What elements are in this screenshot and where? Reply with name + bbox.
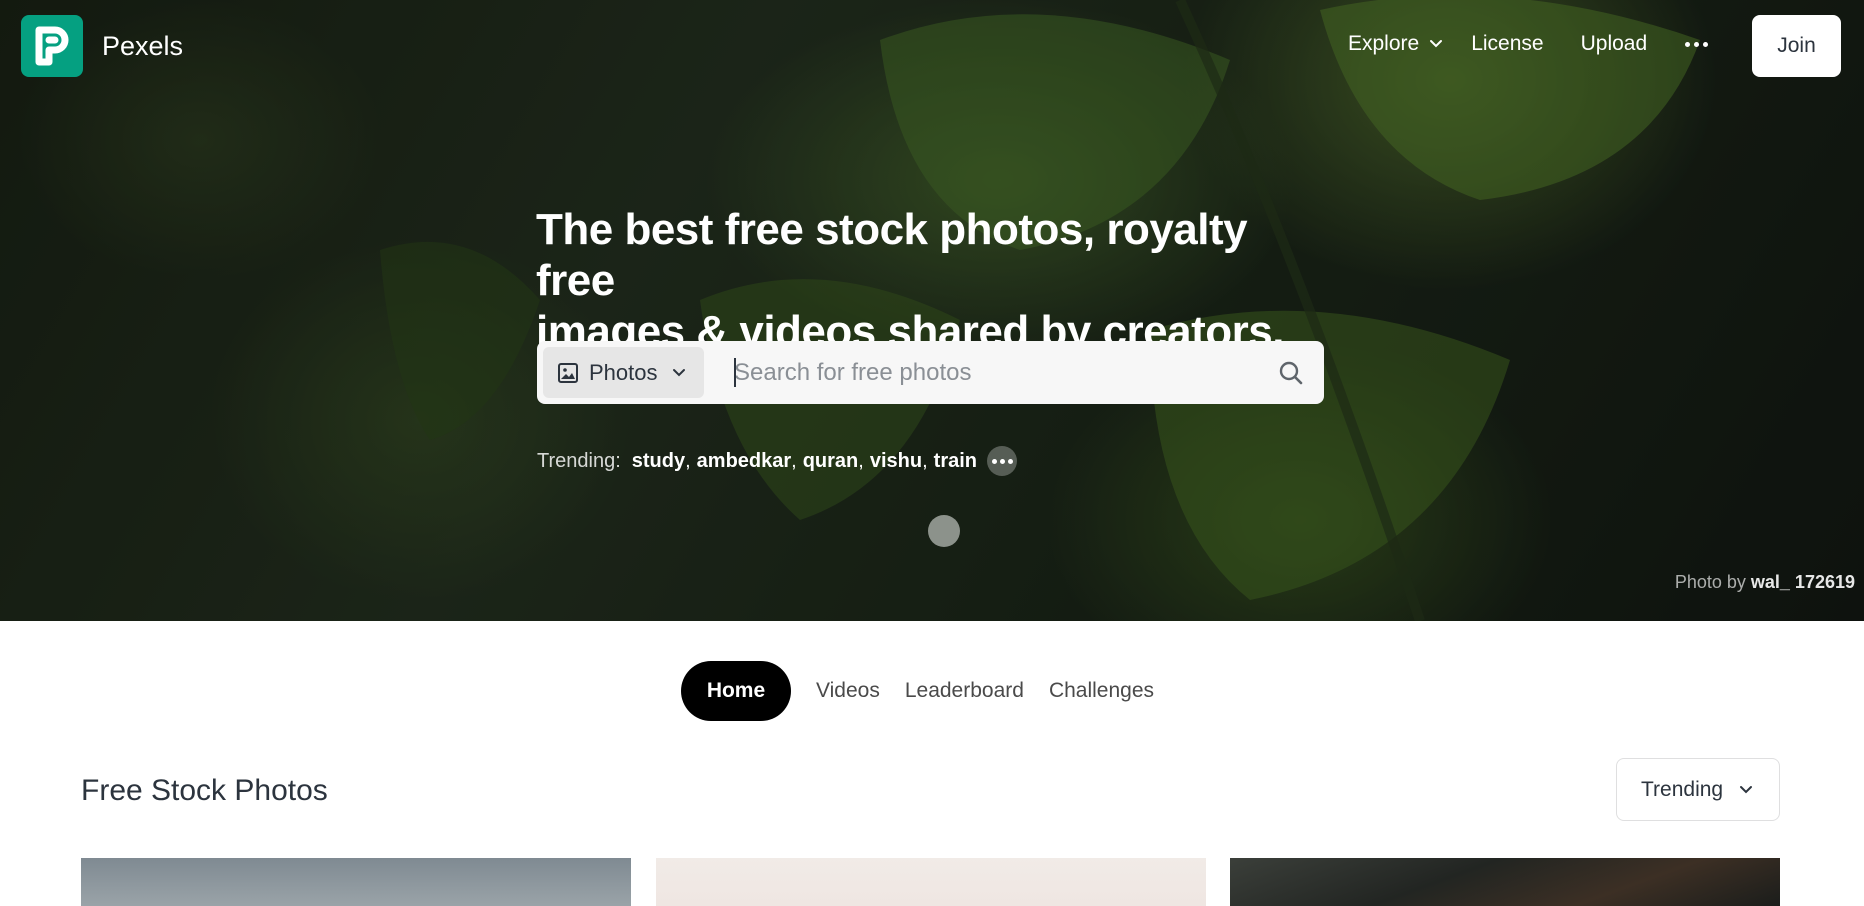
top-nav: Pexels Explore License Upload Join [0,0,1864,92]
trending-item[interactable]: study [632,450,685,473]
chevron-down-icon [672,368,685,376]
photo-card[interactable] [81,858,631,906]
trending-item[interactable]: train [934,450,977,473]
separator: , [922,449,928,472]
sort-label: Trending [1641,777,1724,801]
headline-line-1: The best free stock photos, royalty free [536,205,1248,305]
content-tabs: Home Videos Leaderboard Challenges [681,661,1179,721]
photo-card[interactable] [656,858,1206,906]
more-dots-icon[interactable] [1685,32,1709,56]
trending-item[interactable]: quran [803,450,859,473]
brand-name[interactable]: Pexels [102,31,183,62]
separator: , [791,449,797,472]
text-caret [734,358,736,387]
join-button[interactable]: Join [1752,15,1841,77]
search-bar: Photos [537,341,1324,404]
search-input[interactable] [734,352,1254,394]
tab-leaderboard[interactable]: Leaderboard [905,679,1024,703]
trending-item[interactable]: ambedkar [697,450,792,473]
image-icon [558,362,578,383]
trending-label: Trending: [537,449,621,472]
separator: , [858,449,864,472]
chevron-down-icon [1740,785,1753,793]
media-type-label: Photos [589,359,658,385]
tab-videos[interactable]: Videos [816,679,880,703]
photo-credit: Photo by wal_ 172619 [1675,572,1855,593]
photo-card[interactable] [1230,858,1780,906]
nav-upload[interactable]: Upload [1581,32,1648,56]
section-title: Free Stock Photos [81,774,328,807]
nav-explore-label: Explore [1348,32,1420,55]
hero-headline: The best free stock photos, royalty free… [536,204,1296,357]
tab-challenges[interactable]: Challenges [1049,679,1154,703]
separator: , [685,449,691,472]
credit-author-link[interactable]: wal_ 172619 [1751,572,1855,592]
more-dots-icon[interactable] [987,446,1017,476]
nav-links: Explore License Upload [1348,32,1709,56]
chevron-down-icon [1430,40,1443,48]
nav-license[interactable]: License [1471,32,1543,56]
hero-section: Pexels Explore License Upload Join The b… [0,0,1864,621]
tab-home[interactable]: Home [681,661,791,721]
trending-searches: Trending: study, ambedkar, quran, vishu,… [537,446,1017,476]
credit-prefix: Photo by [1674,572,1746,592]
sort-select[interactable]: Trending [1616,758,1780,821]
search-icon[interactable] [1278,360,1304,386]
media-type-select[interactable]: Photos [543,347,704,398]
pexels-logo-icon[interactable] [21,15,83,77]
trending-item[interactable]: vishu [870,450,922,473]
nav-explore[interactable]: Explore [1348,32,1443,56]
